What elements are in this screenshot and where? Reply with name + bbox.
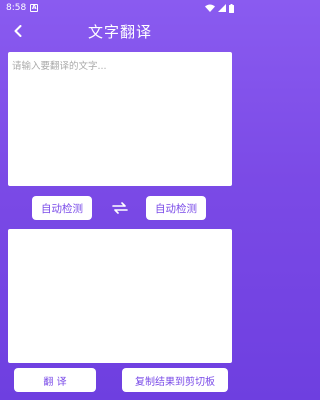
copy-to-clipboard-button[interactable]: 复制结果到剪切板 [122, 368, 228, 392]
translate-button[interactable]: 翻 译 [14, 368, 96, 392]
source-text-panel [8, 52, 232, 186]
swap-arrows-icon [112, 202, 128, 214]
app-header: 文字翻译 [0, 16, 240, 46]
status-time: 8:58 [6, 3, 27, 13]
wifi-icon [205, 4, 215, 12]
source-language-button[interactable]: 自动检测 [32, 196, 92, 220]
chevron-left-icon [14, 25, 22, 37]
notification-icon: A [30, 4, 39, 12]
swap-languages-button[interactable] [110, 200, 130, 216]
status-bar: 8:58 A [0, 0, 240, 16]
battery-icon [229, 3, 234, 13]
source-text-input[interactable] [8, 52, 232, 186]
signal-icon [218, 4, 226, 12]
back-button[interactable] [8, 21, 28, 41]
status-right [205, 3, 234, 13]
page-title: 文字翻译 [87, 22, 152, 41]
status-left: 8:58 A [6, 3, 39, 13]
translation-result-panel [8, 229, 232, 363]
target-language-button[interactable]: 自动检测 [146, 196, 206, 220]
translation-result-text [8, 229, 232, 241]
